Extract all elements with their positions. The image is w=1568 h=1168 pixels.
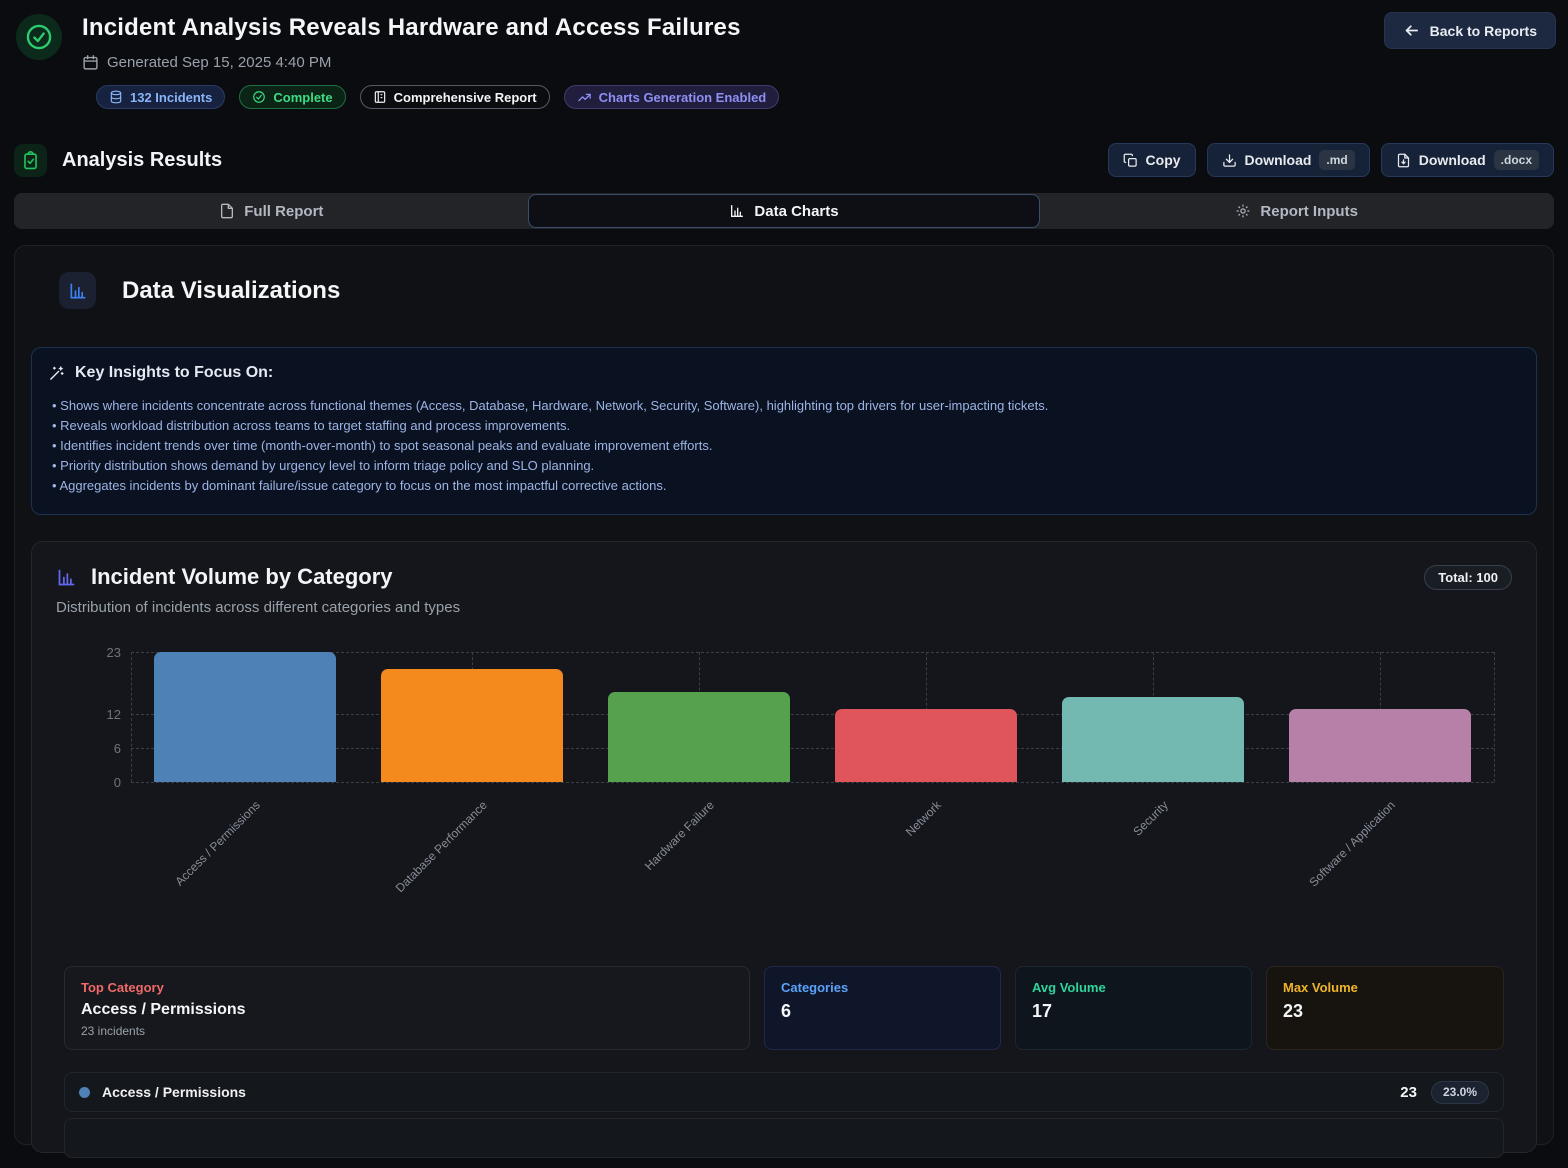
gridline-horizontal	[131, 782, 1494, 783]
x-axis-label: Hardware Failure	[587, 798, 717, 928]
document-icon	[219, 203, 235, 219]
wand-icon	[48, 365, 65, 382]
category-color-dot	[79, 1087, 90, 1098]
insights-title: Key Insights to Focus On:	[75, 364, 273, 382]
bar-security[interactable]	[1062, 697, 1244, 782]
x-axis-label: Software / Application	[1268, 798, 1398, 928]
download-docx-button[interactable]: Download .docx	[1381, 143, 1554, 177]
generated-timestamp: Generated Sep 15, 2025 4:40 PM	[82, 54, 1552, 71]
category-row-access-permissions[interactable]: Access / Permissions 23 23.0%	[64, 1072, 1504, 1112]
y-axis-tick: 0	[114, 775, 121, 790]
y-axis-tick: 12	[107, 707, 121, 722]
database-icon	[109, 90, 123, 104]
calendar-icon	[82, 54, 99, 71]
status-complete-badge: Complete	[239, 85, 345, 109]
tab-bar: Full Report Data Charts Report Inputs	[14, 193, 1554, 229]
category-percent-badge: 23.0%	[1431, 1081, 1489, 1104]
docx-ext-chip: .docx	[1494, 150, 1539, 170]
chart-subtitle: Distribution of incidents across differe…	[56, 599, 1512, 616]
bar-software-application[interactable]	[1289, 709, 1471, 782]
x-axis-label: Database Performance	[360, 798, 490, 928]
bar-chart: 061223Access / PermissionsDatabase Perfo…	[131, 652, 1494, 920]
bar-chart-icon	[56, 567, 77, 588]
y-axis-tick: 6	[114, 741, 121, 756]
gridline-horizontal	[131, 652, 1494, 653]
chart-plot: 061223Access / PermissionsDatabase Perfo…	[131, 652, 1494, 782]
clipboard-check-icon	[14, 144, 47, 177]
category-rows: Access / Permissions 23 23.0%	[56, 1072, 1512, 1158]
trend-icon	[577, 90, 592, 105]
download-md-button[interactable]: Download .md	[1207, 143, 1370, 177]
bar-chart-icon	[729, 203, 745, 219]
insight-bullet: Reveals workload distribution across tea…	[48, 416, 1520, 436]
report-status-icon	[16, 14, 62, 60]
charts-enabled-badge: Charts Generation Enabled	[564, 85, 780, 109]
incident-volume-chart-card: Incident Volume by Category Total: 100 D…	[31, 541, 1537, 1153]
page-title: Incident Analysis Reveals Hardware and A…	[82, 14, 1552, 42]
bar-chart-icon	[59, 272, 96, 309]
insight-bullet: Priority distribution shows demand by ur…	[48, 456, 1520, 476]
gridline-vertical	[1494, 652, 1495, 782]
copy-icon	[1123, 153, 1138, 168]
data-visualizations-card: Data Visualizations Key Insights to Focu…	[14, 245, 1554, 1145]
x-axis-label: Security	[1041, 798, 1171, 928]
gear-icon	[1235, 203, 1251, 219]
x-axis-label: Access / Permissions	[132, 798, 262, 928]
tab-full-report[interactable]: Full Report	[15, 194, 528, 228]
md-ext-chip: .md	[1319, 150, 1354, 170]
download-icon	[1222, 153, 1237, 168]
gridline-vertical	[131, 652, 132, 782]
insight-bullet: Aggregates incidents by dominant failure…	[48, 476, 1520, 496]
check-circle-icon	[25, 23, 53, 51]
check-circle-icon	[252, 90, 266, 104]
bar-hardware-failure[interactable]	[608, 692, 790, 782]
back-to-reports-button[interactable]: Back to Reports	[1384, 12, 1556, 49]
stat-categories: Categories 6	[764, 966, 1001, 1050]
generated-label: Generated Sep 15, 2025 4:40 PM	[107, 54, 331, 71]
category-row-next[interactable]	[64, 1118, 1504, 1158]
page-header: Incident Analysis Reveals Hardware and A…	[0, 0, 1568, 121]
insight-bullet: Identifies incident trends over time (mo…	[48, 436, 1520, 456]
tab-data-charts[interactable]: Data Charts	[528, 194, 1041, 228]
bar-access-permissions[interactable]	[154, 652, 336, 782]
incidents-count-badge: 132 Incidents	[96, 85, 225, 109]
tab-report-inputs[interactable]: Report Inputs	[1040, 194, 1553, 228]
bar-network[interactable]	[835, 709, 1017, 782]
chart-title: Incident Volume by Category	[91, 564, 393, 590]
insight-bullet: Shows where incidents concentrate across…	[48, 396, 1520, 416]
x-axis-label: Network	[814, 798, 944, 928]
file-download-icon	[1396, 153, 1411, 168]
arrow-left-icon	[1403, 22, 1420, 39]
stat-avg-volume: Avg Volume 17	[1015, 966, 1252, 1050]
y-axis-tick: 23	[107, 645, 121, 660]
stat-top-category: Top Category Access / Permissions 23 inc…	[64, 966, 750, 1050]
key-insights-panel: Key Insights to Focus On: Shows where in…	[31, 347, 1537, 515]
visualizations-title: Data Visualizations	[122, 277, 340, 305]
stat-max-volume: Max Volume 23	[1266, 966, 1504, 1050]
report-type-badge: Comprehensive Report	[360, 85, 550, 109]
copy-button[interactable]: Copy	[1108, 143, 1196, 177]
results-title: Analysis Results	[62, 149, 222, 172]
insights-list: Shows where incidents concentrate across…	[48, 396, 1520, 496]
results-bar: Analysis Results Copy Download .md Downl…	[14, 143, 1554, 177]
bar-database-performance[interactable]	[381, 669, 563, 782]
report-icon	[373, 90, 387, 104]
stats-grid: Top Category Access / Permissions 23 inc…	[56, 966, 1512, 1050]
category-count: 23	[1400, 1084, 1417, 1101]
total-badge: Total: 100	[1424, 565, 1512, 590]
